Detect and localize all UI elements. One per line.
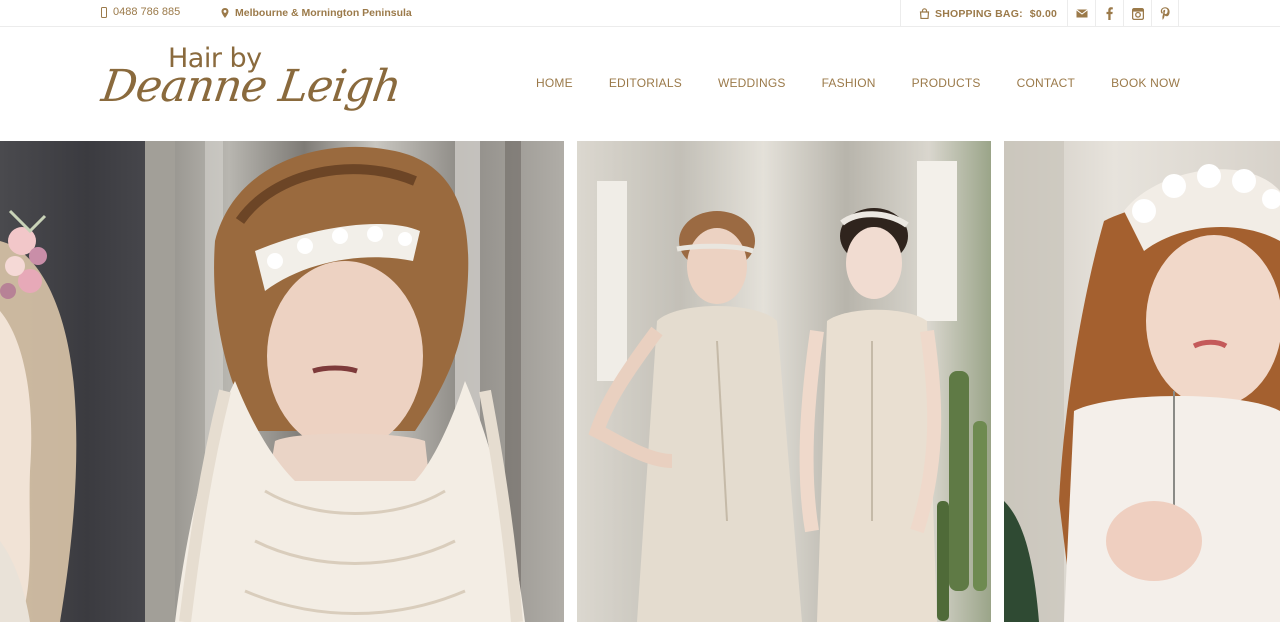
instagram-link[interactable]: [1123, 0, 1151, 27]
two-brides-vintage-photo[interactable]: [577, 141, 991, 622]
shopping-bag-link[interactable]: SHOPPING BAG: $0.00: [900, 0, 1067, 27]
bride-floral-crown-illustration: [0, 209, 77, 622]
location-info: Melbourne & Mornington Peninsula: [221, 7, 412, 19]
email-icon: [1075, 9, 1088, 18]
pinterest-icon: [1160, 7, 1170, 20]
bride-beaded-headband-photo[interactable]: [145, 141, 564, 622]
instagram-icon: [1131, 7, 1144, 20]
nav-fashion[interactable]: FASHION: [822, 76, 876, 90]
two-brides-illustration: [577, 141, 991, 622]
nav-products[interactable]: PRODUCTS: [912, 76, 981, 90]
nav-editorials[interactable]: EDITORIALS: [609, 76, 682, 90]
facebook-icon: [1106, 7, 1113, 20]
logo-line-2: Deanne Leigh: [98, 61, 404, 112]
phone-number: 0488 786 885: [113, 6, 181, 18]
pinterest-link[interactable]: [1151, 0, 1179, 27]
shopping-bag-total: $0.00: [1029, 7, 1058, 20]
map-pin-icon: [221, 8, 229, 18]
bride-beaded-headband-illustration: [145, 141, 525, 622]
shopping-bag-icon: [919, 8, 930, 19]
main-navigation: HOME EDITORIALS WEDDINGS FASHION PRODUCT…: [518, 76, 1198, 90]
bride-lace-headpiece-illustration: [1004, 141, 1280, 622]
top-bar: 0488 786 885 Melbourne & Mornington Peni…: [0, 0, 1280, 27]
site-header: Hair by Deanne Leigh HOME EDITORIALS WED…: [0, 27, 1280, 141]
email-link[interactable]: [1067, 0, 1095, 27]
phone-icon: [101, 6, 107, 18]
nav-contact[interactable]: CONTACT: [1017, 76, 1076, 90]
site-logo[interactable]: Hair by Deanne Leigh: [98, 41, 403, 131]
nav-weddings[interactable]: WEDDINGS: [718, 76, 786, 90]
phone-contact[interactable]: 0488 786 885: [101, 6, 180, 18]
bride-floral-crown-photo[interactable]: [0, 141, 145, 622]
bride-lace-headpiece-photo[interactable]: [1004, 141, 1280, 622]
nav-home[interactable]: HOME: [536, 76, 573, 90]
location-text: Melbourne & Mornington Peninsula: [235, 7, 412, 19]
photo-gallery: [0, 141, 1280, 622]
shopping-bag-label: SHOPPING BAG:: [935, 7, 1023, 20]
nav-book-now[interactable]: BOOK NOW: [1111, 76, 1180, 90]
facebook-link[interactable]: [1095, 0, 1123, 27]
social-links: [1067, 0, 1179, 27]
